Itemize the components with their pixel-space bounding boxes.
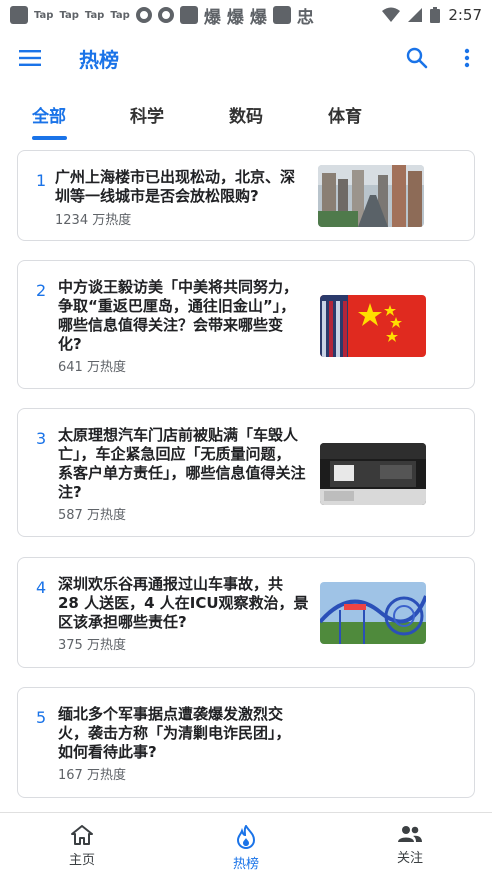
rank-number: 1 xyxy=(36,171,47,190)
item-title: 中方谈王毅访美「中美将共同努力， 争取“重返巴厘岛，通往旧金山”」， 哪些信息值… xyxy=(58,278,299,353)
search-icon xyxy=(406,47,428,69)
active-tab-indicator xyxy=(32,136,67,140)
app-notification-icon: 爆 xyxy=(203,7,221,28)
sync-icon xyxy=(157,7,174,23)
page-title: 热榜 xyxy=(79,47,119,72)
item-title: 缅北多个军事据点遭袭爆发激烈交 火，袭击方称「为清剿电诈民团」， 如何看待此事? xyxy=(58,705,291,761)
menu-button[interactable] xyxy=(0,30,60,86)
nav-label: 热榜 xyxy=(232,857,259,872)
item-thumbnail xyxy=(320,582,426,644)
heat-count: 641 万热度 xyxy=(58,360,126,375)
app-notification-icon: 爆 xyxy=(226,7,244,28)
clock: 2:57 xyxy=(448,6,482,24)
notification-icon xyxy=(272,6,291,24)
signal-icon xyxy=(408,8,423,22)
item-thumbnail xyxy=(318,165,424,227)
search-button[interactable] xyxy=(392,30,442,86)
home-icon xyxy=(71,825,93,845)
rank-number: 2 xyxy=(36,281,47,300)
list-item[interactable]: 2 中方谈王毅访美「中美将共同努力， 争取“重返巴厘岛，通往旧金山”」， 哪些信… xyxy=(17,260,475,389)
tab-sports[interactable]: 体育 xyxy=(328,92,362,140)
sync-icon xyxy=(135,7,152,23)
tap-notification-label: Tap xyxy=(84,9,105,21)
battery-icon xyxy=(430,7,441,23)
hamburger-menu-icon xyxy=(19,50,41,66)
more-vert-icon xyxy=(464,48,470,68)
tap-notification-label: Tap xyxy=(59,9,79,21)
people-icon xyxy=(398,826,422,842)
more-options-button[interactable] xyxy=(442,30,492,86)
list-item[interactable]: 4 深圳欢乐谷再通报过山车事故，共 28 人送医，4 人在ICU观察救治，景 区… xyxy=(17,557,475,668)
list-item[interactable]: 3 太原理想汽车门店前被贴满「车毁人 亡」，车企紧急回应「无质量问题， 系客户单… xyxy=(17,408,475,537)
notification-icon xyxy=(10,6,28,24)
nav-label: 关注 xyxy=(396,851,423,866)
bottom-navigation: 主页 热榜 关注 xyxy=(0,812,492,876)
category-tabs: 全部 科学 数码 体育 xyxy=(0,92,492,140)
app-notification-icon: 爆 xyxy=(249,7,267,28)
heat-count: 375 万热度 xyxy=(58,638,126,653)
rank-number: 3 xyxy=(36,429,47,448)
tap-notification-label: Tap xyxy=(110,9,130,21)
nav-label: 主页 xyxy=(68,853,95,868)
tab-digital[interactable]: 数码 xyxy=(229,92,263,140)
tab-science[interactable]: 科学 xyxy=(130,92,164,140)
heat-count: 1234 万热度 xyxy=(55,213,132,228)
list-item[interactable]: 5 缅北多个军事据点遭袭爆发激烈交 火，袭击方称「为清剿电诈民团」， 如何看待此… xyxy=(17,687,475,798)
rank-number: 5 xyxy=(36,708,47,727)
wifi-icon xyxy=(382,7,401,22)
app-notification-icon: 忠 xyxy=(296,7,314,28)
rank-number: 4 xyxy=(36,578,47,597)
status-bar: Tap Tap Tap Tap 爆 爆 爆 忠 2:57 xyxy=(0,0,492,30)
item-title: 广州上海楼市已出现松动，北京、深 圳等一线城市是否会放松限购? xyxy=(55,168,296,205)
nav-following[interactable]: 关注 xyxy=(328,813,492,876)
item-title: 太原理想汽车门店前被贴满「车毁人 亡」，车企紧急回应「无质量问题， 系客户单方责… xyxy=(58,426,306,501)
nav-home[interactable]: 主页 xyxy=(0,813,164,876)
item-title: 深圳欢乐谷再通报过山车事故，共 28 人送医，4 人在ICU观察救治，景 区该承… xyxy=(58,575,309,631)
nav-hot-list[interactable]: 热榜 xyxy=(164,813,328,876)
tap-notification-label: Tap xyxy=(34,9,54,21)
heat-count: 167 万热度 xyxy=(58,768,126,783)
item-thumbnail xyxy=(320,295,426,357)
notification-icon xyxy=(179,6,198,24)
heat-count: 587 万热度 xyxy=(58,508,126,523)
flame-icon xyxy=(236,825,256,849)
app-bar: 热榜 xyxy=(0,30,492,86)
list-item[interactable]: 1 广州上海楼市已出现松动，北京、深 圳等一线城市是否会放松限购? 1234 万… xyxy=(17,150,475,241)
item-thumbnail xyxy=(320,443,426,505)
tab-all[interactable]: 全部 xyxy=(32,92,66,140)
